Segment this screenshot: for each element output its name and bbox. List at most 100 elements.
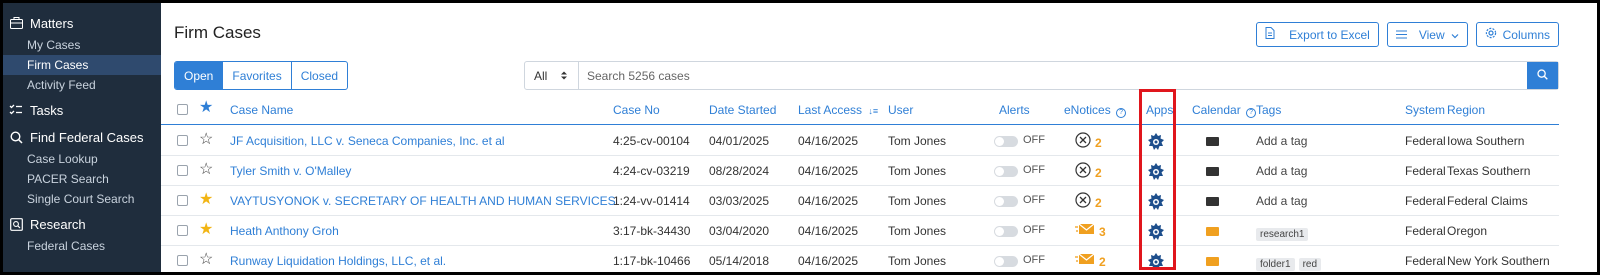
alert-toggle[interactable] bbox=[994, 166, 1018, 177]
column-case-name[interactable]: Case Name bbox=[230, 103, 293, 117]
column-alerts[interactable]: Alerts bbox=[999, 103, 1030, 117]
table-row[interactable]: ★ VAYTUSYONOK v. SECRETARY OF HEALTH AND … bbox=[161, 186, 1559, 216]
date-started: 03/03/2025 bbox=[709, 194, 770, 208]
table-row[interactable]: ☆ JF Acquisition, LLC v. Seneca Companies… bbox=[161, 126, 1559, 156]
tab-closed[interactable]: Closed bbox=[292, 62, 347, 89]
app-window: Matters My Cases Firm Cases Activity Fee… bbox=[3, 3, 1597, 272]
system: Federal bbox=[1405, 254, 1446, 268]
columns-button[interactable]: Columns bbox=[1475, 22, 1559, 47]
sidebar-section-label: Tasks bbox=[30, 102, 64, 118]
enotices-indicator[interactable]: 2 bbox=[1075, 192, 1102, 213]
enotices-indicator[interactable]: 3 bbox=[1075, 222, 1106, 241]
star-filled-icon[interactable]: ★ bbox=[199, 222, 213, 238]
scope-select[interactable]: All bbox=[525, 62, 579, 89]
case-number: 1:24-vv-01414 bbox=[613, 194, 690, 208]
calendar-icon[interactable] bbox=[1206, 227, 1219, 236]
tag-chip[interactable]: research1 bbox=[1256, 228, 1309, 241]
calendar-icon[interactable] bbox=[1206, 257, 1219, 266]
export-to-excel-button[interactable]: Export to Excel bbox=[1256, 22, 1379, 47]
table-row[interactable]: ★ Heath Anthony Groh 3:17-bk-34430 03/04/20… bbox=[161, 216, 1559, 246]
row-checkbox[interactable] bbox=[177, 165, 188, 176]
table-row[interactable]: ☆ Runway Liquidation Holdings, LLC, et al… bbox=[161, 246, 1559, 272]
sidebar-section-tasks[interactable]: Tasks bbox=[3, 98, 161, 122]
add-tag-link[interactable]: Add a tag bbox=[1256, 164, 1307, 178]
case-status-tabs: Open Favorites Closed bbox=[174, 61, 349, 90]
column-date-started[interactable]: Date Started bbox=[709, 103, 776, 117]
case-name-link[interactable]: Heath Anthony Groh bbox=[230, 224, 339, 238]
sidebar-section-label: Matters bbox=[30, 15, 74, 31]
alert-toggle[interactable] bbox=[994, 226, 1018, 237]
star-filled-icon[interactable]: ★ bbox=[199, 192, 213, 208]
case-name-link[interactable]: Tyler Smith v. O'Malley bbox=[230, 164, 351, 178]
case-number: 1:17-bk-10466 bbox=[613, 254, 691, 268]
apps-column-highlight bbox=[1139, 89, 1176, 270]
sidebar-item-firm-cases[interactable]: Firm Cases bbox=[3, 55, 161, 75]
column-system[interactable]: System bbox=[1405, 103, 1445, 117]
view-dropdown-button[interactable]: View bbox=[1386, 22, 1468, 47]
user-name: Tom Jones bbox=[888, 194, 947, 208]
sidebar-section-research[interactable]: Research bbox=[3, 212, 161, 236]
scope-value: All bbox=[534, 68, 548, 83]
row-checkbox[interactable] bbox=[177, 225, 188, 236]
row-checkbox[interactable] bbox=[177, 135, 188, 146]
search-input[interactable]: Search 5256 cases bbox=[579, 62, 1527, 89]
search-button[interactable] bbox=[1527, 62, 1558, 89]
research-icon bbox=[9, 217, 23, 231]
case-number: 3:17-bk-34430 bbox=[613, 224, 691, 238]
column-last-access[interactable]: Last Access ↓≡ bbox=[798, 103, 878, 117]
sidebar-item-pacer-search[interactable]: PACER Search bbox=[3, 169, 161, 189]
sidebar-item-single-court-search[interactable]: Single Court Search bbox=[3, 189, 161, 209]
case-name-link[interactable]: VAYTUSYONOK v. SECRETARY OF HEALTH AND H… bbox=[230, 194, 616, 208]
gear-icon bbox=[1485, 27, 1497, 42]
enotices-indicator[interactable]: 2 bbox=[1075, 252, 1106, 271]
tag-chip[interactable]: red bbox=[1298, 258, 1322, 271]
sort-arrows-icon bbox=[561, 69, 568, 83]
table-row[interactable]: ☆ Tyler Smith v. O'Malley 4:24-cv-03219 08/… bbox=[161, 156, 1559, 186]
add-tag-link[interactable]: Add a tag bbox=[1256, 194, 1307, 208]
column-user[interactable]: User bbox=[888, 103, 913, 117]
row-checkbox[interactable] bbox=[177, 255, 188, 266]
case-number: 4:25-cv-00104 bbox=[613, 134, 690, 148]
calendar-icon[interactable] bbox=[1206, 167, 1219, 176]
row-checkbox[interactable] bbox=[177, 195, 188, 206]
column-region[interactable]: Region bbox=[1447, 103, 1485, 117]
add-tag-link[interactable]: Add a tag bbox=[1256, 134, 1307, 148]
case-number: 4:24-cv-03219 bbox=[613, 164, 690, 178]
last-access: 04/16/2025 bbox=[798, 164, 859, 178]
alert-toggle[interactable] bbox=[994, 196, 1018, 207]
column-enotices[interactable]: eNotices ? bbox=[1064, 103, 1127, 118]
case-name-link[interactable]: Runway Liquidation Holdings, LLC, et al. bbox=[230, 254, 446, 268]
calendar-icon[interactable] bbox=[1206, 137, 1219, 146]
sidebar: Matters My Cases Firm Cases Activity Fee… bbox=[3, 3, 161, 272]
sidebar-item-activity-feed[interactable]: Activity Feed bbox=[3, 75, 161, 95]
enotices-indicator[interactable]: 2 bbox=[1075, 162, 1102, 183]
system: Federal bbox=[1405, 164, 1446, 178]
region: New York Southern bbox=[1447, 254, 1550, 268]
tab-favorites[interactable]: Favorites bbox=[223, 62, 292, 89]
alert-toggle[interactable] bbox=[994, 256, 1018, 267]
alert-status: OFF bbox=[1023, 224, 1045, 236]
select-all-checkbox[interactable] bbox=[177, 104, 188, 115]
mail-fast-icon bbox=[1075, 252, 1095, 271]
star-outline-icon[interactable]: ☆ bbox=[199, 132, 213, 148]
column-case-no[interactable]: Case No bbox=[613, 103, 660, 117]
star-icon[interactable]: ★ bbox=[199, 100, 213, 116]
star-outline-icon[interactable]: ☆ bbox=[199, 252, 213, 268]
star-outline-icon[interactable]: ☆ bbox=[199, 162, 213, 178]
case-name-link[interactable]: JF Acquisition, LLC v. Seneca Companies,… bbox=[230, 134, 505, 148]
column-label: eNotices bbox=[1064, 103, 1111, 117]
sidebar-item-case-lookup[interactable]: Case Lookup bbox=[3, 149, 161, 169]
sidebar-item-federal-cases[interactable]: Federal Cases bbox=[3, 236, 161, 256]
column-label: Calendar bbox=[1192, 103, 1241, 117]
sidebar-item-my-cases[interactable]: My Cases bbox=[3, 35, 161, 55]
alert-toggle[interactable] bbox=[994, 136, 1018, 147]
sidebar-section-find-federal-cases[interactable]: Find Federal Cases bbox=[3, 125, 161, 149]
tab-open[interactable]: Open bbox=[175, 62, 224, 89]
column-tags[interactable]: Tags bbox=[1256, 103, 1281, 117]
sidebar-section-matters[interactable]: Matters bbox=[3, 11, 161, 35]
column-calendar[interactable]: Calendar ? bbox=[1192, 103, 1257, 118]
tag-chip[interactable]: folder1 bbox=[1256, 258, 1295, 271]
enotices-indicator[interactable]: 2 bbox=[1075, 132, 1102, 153]
help-icon: ? bbox=[1116, 108, 1127, 118]
calendar-icon[interactable] bbox=[1206, 197, 1219, 206]
